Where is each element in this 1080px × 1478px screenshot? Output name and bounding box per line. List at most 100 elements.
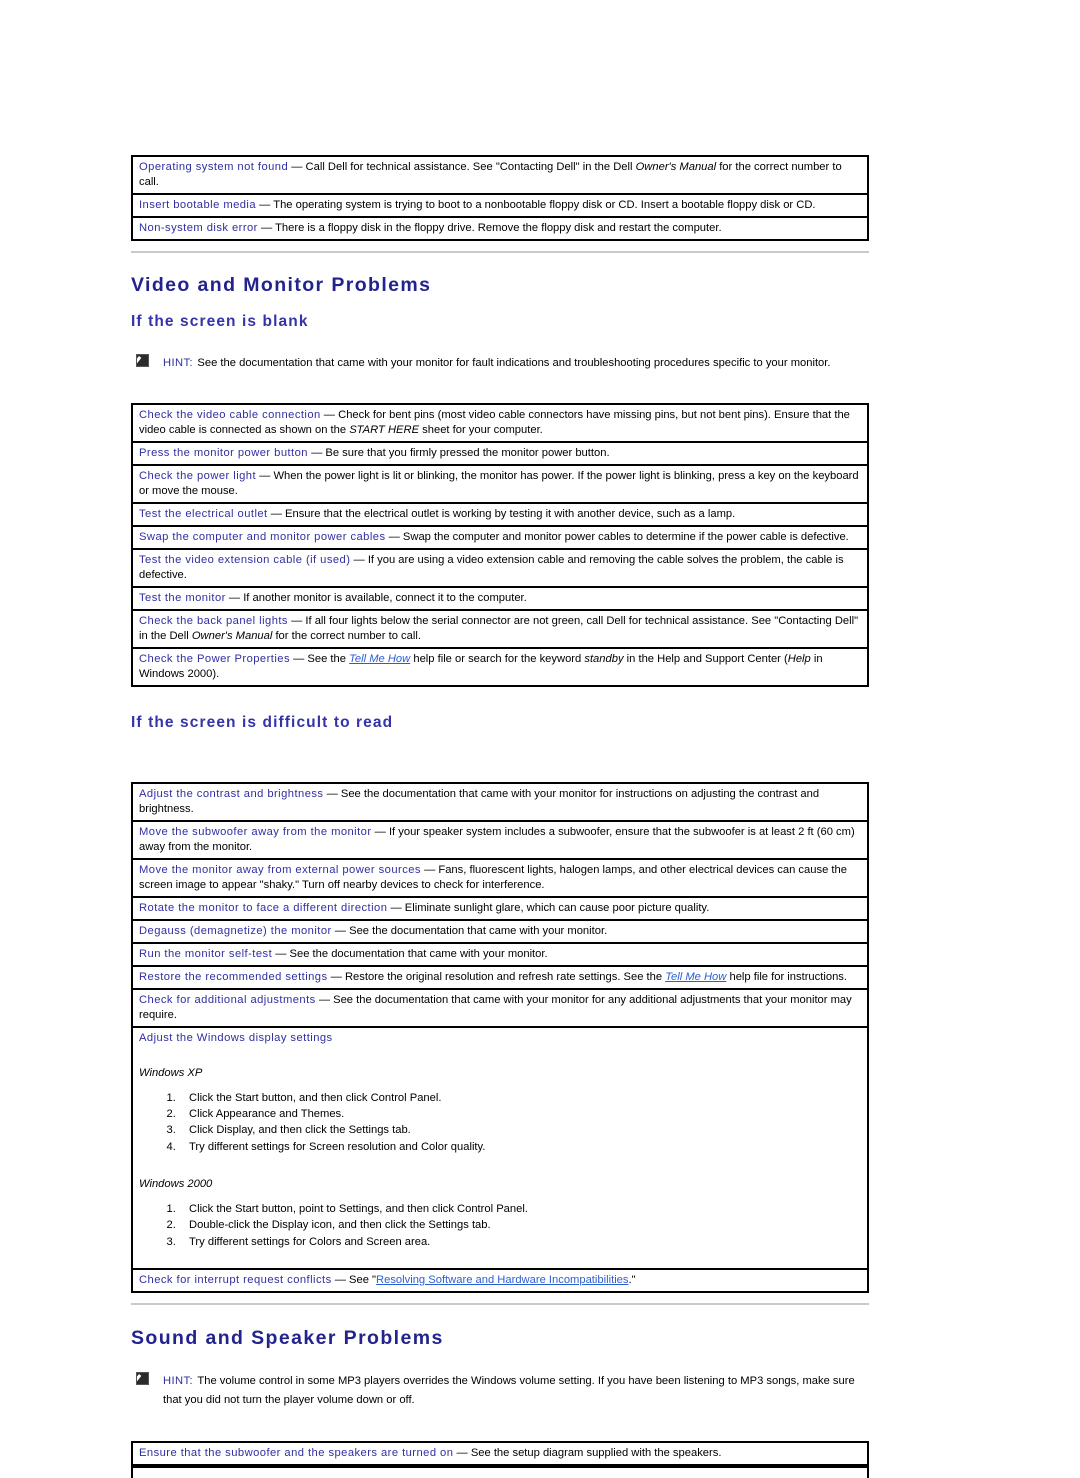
table-row: Check for interrupt request conflicts — … [133, 1270, 867, 1291]
tip-term: Adjust the contrast and brightness [139, 787, 324, 800]
tip-term: Rotate the monitor to face a different d… [139, 901, 388, 914]
tip-term: Check the power light [139, 469, 257, 482]
body-text: sheet for your computer. [419, 423, 543, 436]
tip-term: Test the monitor [139, 591, 226, 604]
em-dash-separator: — [267, 507, 286, 520]
os-version-label: Windows 2000 [139, 1178, 213, 1191]
em-dash-separator: — [385, 530, 403, 543]
os-version-label: Windows XP [139, 1066, 203, 1079]
tip-term: Check for additional adjustments [139, 993, 316, 1006]
table-row: Restore the recommended settings — Resto… [133, 967, 867, 990]
body-text: See the documentation that came with you… [289, 947, 548, 960]
body-text: Swap the computer and monitor power cabl… [402, 530, 849, 543]
list-item: Click Display, and then click the Settin… [179, 1122, 862, 1138]
body-text: Be sure that you firmly pressed the moni… [325, 446, 610, 459]
em-dash-separator: — [290, 652, 308, 665]
tip-term: Move the subwoofer away from the monitor [139, 825, 372, 838]
em-dash-separator: — [453, 1446, 471, 1459]
em-dash-separator: — [320, 408, 339, 421]
tip-term: Insert bootable media [139, 199, 257, 211]
table-row: Test the video extension cable (if used)… [133, 550, 867, 588]
hint-label: HINT: [163, 1375, 193, 1388]
tip-term: Run the monitor self-test [139, 947, 273, 960]
list-item: Double-click the Display icon, and then … [179, 1217, 862, 1233]
body-text: See " [349, 1274, 377, 1287]
pencil-note-icon [136, 354, 149, 368]
subsection-heading-screen-difficult: If the screen is difficult to read [131, 713, 394, 731]
em-dash-separator: — [272, 947, 290, 960]
doc-link[interactable]: Tell Me How [349, 653, 410, 665]
section-heading-sound-speaker: Sound and Speaker Problems [131, 1327, 444, 1350]
subsection-heading-screen-blank: If the screen is blank [131, 313, 309, 331]
body-text: If another monitor is available, connect… [243, 591, 527, 604]
list-item: Try different settings for Colors and Sc… [179, 1234, 862, 1250]
procedure-steps: Click the Start button, and then click C… [139, 1090, 862, 1155]
em-dash-separator: — [307, 446, 326, 459]
tip-term: Move the monitor away from external powe… [139, 863, 421, 876]
tip-term: Restore the recommended settings [139, 970, 328, 983]
tip-term: Degauss (demagnetize) the monitor [139, 924, 332, 937]
page-content: Operating system not found — Call Dell f… [131, 0, 869, 1478]
table-row: Insert bootable media — The operating sy… [133, 195, 867, 218]
document-page: Operating system not found — Call Dell f… [0, 0, 1080, 1478]
emphasis-text: standby [584, 652, 624, 665]
tip-term: Ensure that the subwoofer and the speake… [139, 1446, 454, 1459]
table-row: Check the Power Properties — See the Tel… [133, 649, 867, 685]
table-row: Run the monitor self-test — See the docu… [133, 944, 867, 967]
body-text: in the Help and Support Center ( [623, 652, 788, 665]
body-text: Ensure that the electrical outlet is wor… [285, 507, 736, 520]
em-dash-separator: — [331, 1274, 350, 1287]
em-dash-separator: — [256, 469, 274, 482]
table-row-partial-cutoff [131, 1465, 869, 1478]
list-item: Click the Start button, point to Setting… [179, 1201, 862, 1217]
body-text: for the correct number to call. [272, 629, 421, 642]
em-dash-separator: — [315, 993, 334, 1006]
em-dash-separator: — [327, 970, 345, 983]
emphasis-text: Help [787, 652, 811, 665]
screen-difficult-tips-table: Adjust the contrast and brightness — See… [131, 781, 869, 1294]
table-row: Non-system disk error — There is a flopp… [133, 218, 867, 239]
tip-term: Operating system not found [139, 161, 289, 173]
em-dash-separator: — [256, 199, 274, 211]
list-item: Click Appearance and Themes. [179, 1106, 862, 1122]
body-text: The operating system is trying to boot t… [273, 199, 816, 211]
hint-screen-blank: HINT: See the documentation that came wi… [131, 353, 869, 371]
body-text: Restore the original resolution and refr… [344, 970, 666, 983]
em-dash-separator: — [420, 863, 439, 876]
tip-term: Press the monitor power button [139, 446, 308, 459]
body-text: See the [307, 652, 350, 665]
tip-term: Check the Power Properties [139, 652, 290, 665]
table-row: Check the video cable connection — Check… [133, 405, 867, 443]
table-row: Move the monitor away from external powe… [133, 860, 867, 898]
boot-error-messages-table: Operating system not found — Call Dell f… [131, 155, 869, 241]
tip-term: Test the video extension cable (if used) [139, 553, 351, 566]
hint-label: HINT: [163, 357, 193, 370]
hint-text: See the documentation that came with you… [197, 357, 831, 370]
list-item: Try different settings for Screen resolu… [179, 1139, 862, 1155]
hint-text: The volume control in some MP3 players o… [163, 1375, 855, 1406]
body-text: help file for instructions. [726, 970, 847, 983]
em-dash-separator: — [331, 924, 350, 937]
table-row: Press the monitor power button — Be sure… [133, 443, 867, 466]
emphasis-text: START HERE [349, 423, 420, 436]
body-text: There is a floppy disk in the floppy dri… [275, 222, 722, 234]
body-text: help file or search for the keyword [410, 652, 585, 665]
table-row: Check the power light — When the power l… [133, 466, 867, 504]
list-item: Click the Start button, and then click C… [179, 1090, 862, 1106]
em-dash-separator: — [225, 591, 244, 604]
body-text: ." [628, 1274, 636, 1287]
procedure-steps: Click the Start button, point to Setting… [139, 1201, 862, 1250]
tip-term: Adjust the Windows display settings [139, 1031, 333, 1044]
table-row: Check for additional adjustments — See t… [133, 990, 867, 1028]
table-row: Test the monitor — If another monitor is… [133, 588, 867, 611]
doc-link[interactable]: Tell Me How [665, 971, 726, 983]
section-heading-video-monitor: Video and Monitor Problems [131, 274, 432, 296]
body-text: See the setup diagram supplied with the … [470, 1446, 722, 1459]
tip-term: Non-system disk error [139, 222, 258, 234]
table-row: Rotate the monitor to face a different d… [133, 898, 867, 921]
table-row-display-settings: Adjust the Windows display settings Windo… [133, 1028, 867, 1271]
em-dash-separator: — [371, 825, 389, 838]
doc-link[interactable]: Resolving Software and Hardware Incompat… [376, 1274, 628, 1286]
screen-blank-tips-table: Check the video cable connection — Check… [131, 402, 869, 687]
table-row: Test the electrical outlet — Ensure that… [133, 504, 867, 527]
